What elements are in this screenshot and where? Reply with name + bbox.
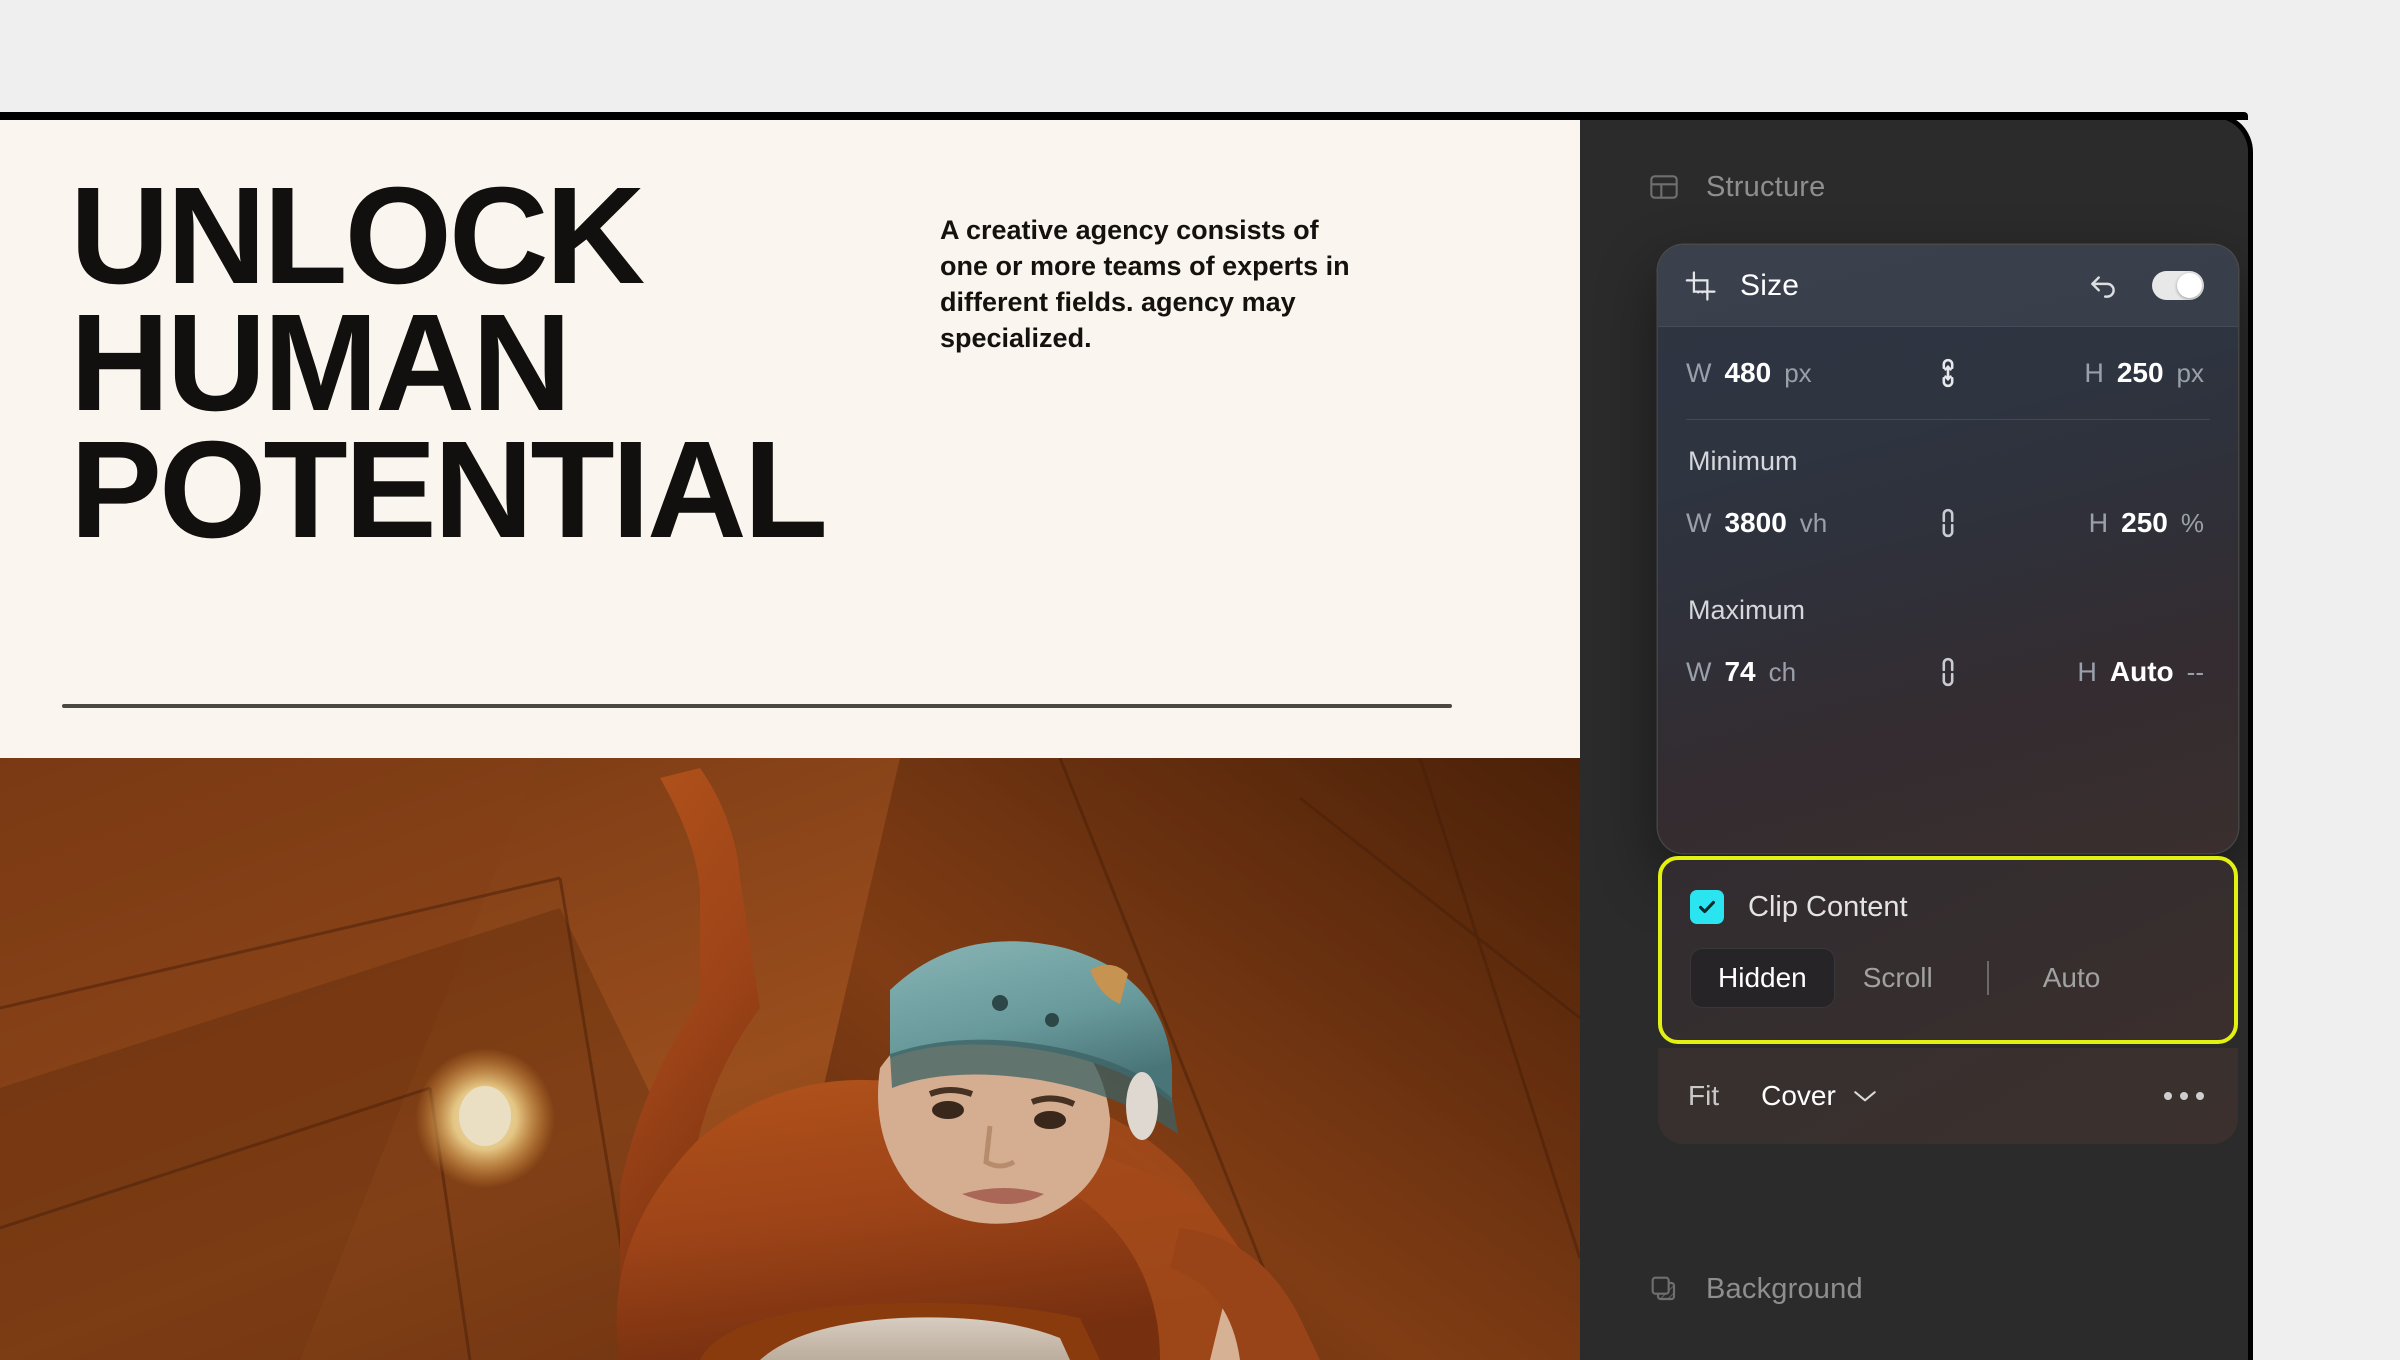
undo-arrow-icon[interactable] [2086, 269, 2120, 303]
layout-icon [1648, 171, 1680, 203]
section-structure-label: Structure [1706, 170, 1826, 203]
size-card-body: W 480 px H 250 px Minimum W 3800 vh H 25… [1658, 327, 2238, 718]
hero-divider [62, 704, 1452, 708]
clip-content-label: Clip Content [1748, 890, 1908, 923]
fit-row: Fit Cover [1658, 1048, 2238, 1144]
size-row-minimum[interactable]: W 3800 vh H 250 % [1658, 477, 2238, 569]
size-card-header: Size [1658, 245, 2238, 327]
max-height-axis-label: H [2077, 657, 2097, 687]
max-width-unit: ch [1768, 657, 1797, 687]
max-height-value: Auto [2109, 656, 2174, 687]
height-value: 250 [2116, 357, 2164, 388]
clip-content-row[interactable]: Clip Content [1690, 890, 2234, 924]
aspect-unlink-icon[interactable] [1935, 505, 1961, 541]
max-width-field[interactable]: W 74 ch [1686, 656, 1796, 688]
headline-line-3: POTENTIAL [70, 412, 828, 567]
size-row-default[interactable]: W 480 px H 250 px [1658, 327, 2238, 419]
hero-paragraph: A creative agency consists of one or mor… [940, 215, 1350, 353]
crop-frame-icon [1684, 269, 1718, 303]
hero-section: UNLOCK HUMAN POTENTIAL A creative agency… [0, 118, 1580, 758]
min-width-field[interactable]: W 3800 vh [1686, 507, 1827, 539]
window-top-border [0, 112, 2248, 120]
size-row-maximum[interactable]: W 74 ch H Auto -- [1658, 626, 2238, 718]
max-width-value: 74 [1724, 656, 1756, 687]
width-field[interactable]: W 480 px [1686, 357, 1812, 389]
height-unit: px [2176, 358, 2204, 388]
clip-mode-scroll[interactable]: Scroll [1835, 948, 1961, 1008]
min-width-axis-label: W [1686, 508, 1712, 538]
segmented-divider [1986, 961, 1989, 995]
max-height-unit: -- [2186, 657, 2204, 687]
design-canvas[interactable]: UNLOCK HUMAN POTENTIAL A creative agency… [0, 118, 1580, 1360]
section-background-label: Background [1706, 1272, 1863, 1305]
headline-line-2: HUMAN [70, 285, 572, 440]
hero-photo [0, 758, 1580, 1360]
aspect-link-icon[interactable] [1935, 355, 1961, 391]
app-window: UNLOCK HUMAN POTENTIAL A creative agency… [0, 118, 2248, 1360]
inspector-panel: Structure Size W 480 px H 250 px Minimum… [1580, 118, 2248, 1360]
min-width-unit: vh [1799, 508, 1828, 538]
background-layers-icon [1648, 1273, 1680, 1305]
fit-label: Fit [1688, 1080, 1720, 1111]
maximum-group-label: Maximum [1688, 595, 1806, 625]
width-axis-label: W [1686, 358, 1712, 388]
dot-2 [2180, 1092, 2188, 1100]
section-background[interactable]: Background [1580, 1258, 2248, 1320]
clip-mode-hidden[interactable]: Hidden [1690, 948, 1835, 1008]
size-toggle-knob [2177, 273, 2202, 298]
size-card-actions [2086, 269, 2204, 303]
size-card-title: Size [1740, 268, 1800, 302]
height-field[interactable]: H 250 px [2084, 357, 2204, 389]
minimum-group-label: Minimum [1688, 446, 1798, 476]
min-height-value: 250 [2121, 507, 2168, 538]
fit-value[interactable]: Cover [1761, 1080, 1836, 1112]
clip-content-block: Clip Content Hidden Scroll Auto [1658, 856, 2238, 1044]
dot-1 [2164, 1092, 2172, 1100]
min-height-field[interactable]: H 250 % [2089, 507, 2204, 539]
min-height-axis-label: H [2088, 508, 2109, 538]
clip-mode-auto[interactable]: Auto [2015, 948, 2129, 1008]
clip-mode-segmented-control: Hidden Scroll Auto [1690, 948, 2234, 1008]
min-height-unit: % [2180, 508, 2204, 538]
dot-3 [2196, 1092, 2204, 1100]
more-horizontal-icon[interactable] [2164, 1092, 2204, 1100]
width-value: 480 [1724, 357, 1772, 388]
max-height-field[interactable]: H Auto -- [2077, 656, 2204, 688]
width-unit: px [1784, 358, 1812, 388]
clip-content-checkbox[interactable] [1690, 890, 1724, 924]
size-card: Size W 480 px H 250 px Minimum W 3800 vh… [1658, 245, 2238, 853]
screen: UNLOCK HUMAN POTENTIAL A creative agency… [0, 0, 2400, 1360]
page-title: UNLOCK HUMAN POTENTIAL [70, 159, 828, 567]
aspect-unlink-icon-2[interactable] [1935, 654, 1961, 690]
max-width-axis-label: W [1686, 657, 1712, 687]
headline-line-1: UNLOCK [70, 159, 645, 313]
min-width-value: 3800 [1724, 507, 1787, 538]
size-toggle[interactable] [2152, 271, 2204, 300]
section-structure[interactable]: Structure [1580, 156, 2248, 218]
chevron-down-icon[interactable] [1852, 1088, 1878, 1104]
height-axis-label: H [2084, 358, 2104, 388]
